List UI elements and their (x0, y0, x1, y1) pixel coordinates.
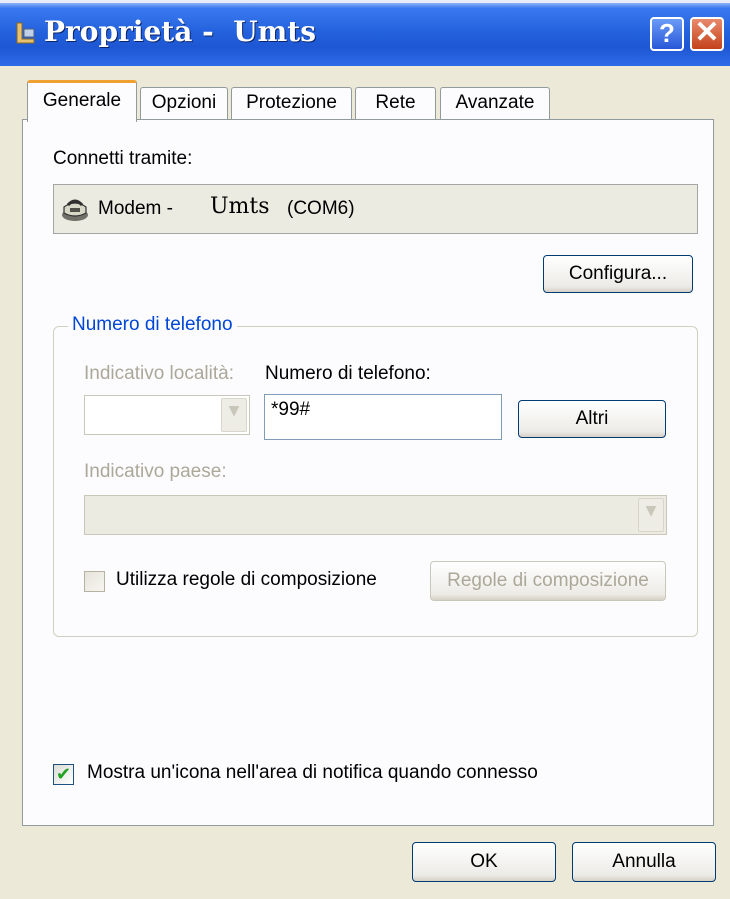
tab-generale[interactable]: Generale (27, 80, 137, 122)
dialing-rules-button[interactable]: Regole di composizione (430, 561, 666, 601)
network-connection-icon (16, 22, 35, 44)
close-button[interactable]: ✕ (690, 17, 724, 51)
notify-icon-label: Mostra un'icona nell'area di notifica qu… (87, 762, 538, 783)
ok-button[interactable]: OK (412, 842, 556, 882)
window-title: Proprietà - Umts (44, 15, 316, 48)
help-button[interactable]: ? (650, 17, 684, 51)
title-bar[interactable]: Proprietà - Umts ? ✕ (0, 0, 730, 66)
tab-avanzate[interactable]: Avanzate (440, 87, 550, 119)
chevron-down-icon[interactable]: ▼ (221, 398, 247, 432)
cancel-button[interactable]: Annulla (572, 842, 716, 882)
device-list[interactable]: Modem - Umts (COM6) (53, 184, 698, 234)
tab-rete[interactable]: Rete (355, 87, 436, 119)
device-port: (COM6) (287, 198, 355, 219)
phone-number-label: Numero di telefono: (265, 363, 431, 384)
device-prefix: Modem - (98, 198, 173, 219)
area-code-label: Indicativo località: (84, 363, 234, 384)
device-name: Umts (210, 194, 270, 219)
title-name: Umts (233, 15, 316, 48)
chevron-down-icon[interactable]: ▼ (638, 498, 664, 532)
title-prefix: Proprietà - (44, 15, 224, 48)
tab-protezione[interactable]: Protezione (231, 87, 352, 119)
connect-via-label: Connetti tramite: (53, 148, 193, 169)
configure-button[interactable]: Configura... (543, 255, 693, 293)
modem-icon (62, 199, 88, 221)
phone-number-group: Numero di telefono Indicativo località: … (53, 314, 698, 637)
properties-dialog: Proprietà - Umts ? ✕ Generale Opzioni Pr… (0, 0, 730, 899)
use-dialing-rules-label: Utilizza regole di composizione (116, 569, 377, 590)
country-code-label: Indicativo paese: (84, 461, 227, 482)
use-dialing-rules-checkbox[interactable] (84, 571, 105, 592)
area-code-select[interactable]: ▼ (84, 395, 250, 435)
country-code-select[interactable]: ▼ (84, 495, 667, 535)
phone-number-input[interactable]: *99# (264, 394, 502, 440)
group-title: Numero di telefono (68, 314, 237, 336)
tab-panel-generale: Connetti tramite: Modem - Umts (COM6) Co… (22, 119, 714, 826)
others-button[interactable]: Altri (518, 400, 666, 438)
tab-opzioni[interactable]: Opzioni (140, 87, 228, 119)
notify-icon-checkbox[interactable]: ✔ (53, 764, 74, 785)
